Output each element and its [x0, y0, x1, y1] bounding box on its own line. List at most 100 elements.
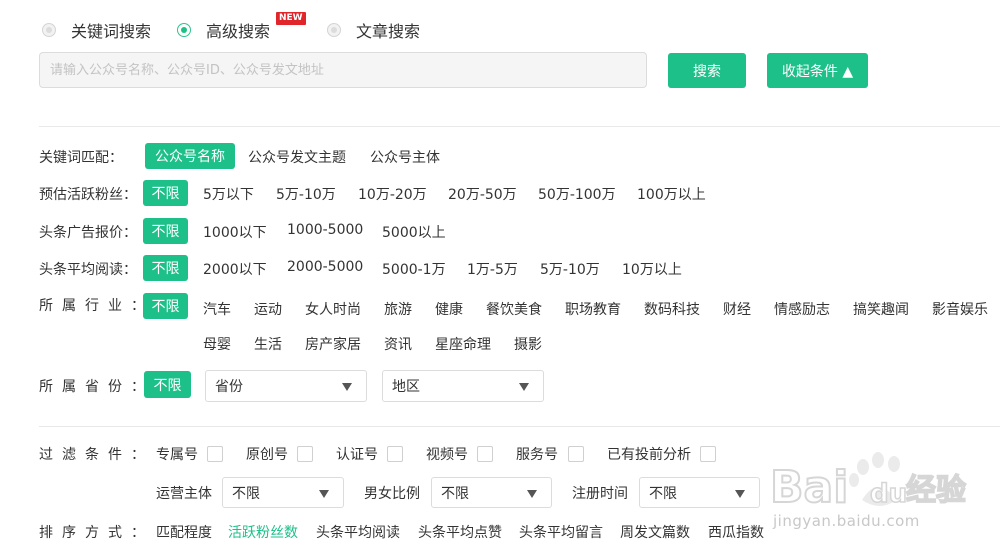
checkbox-label-original: 原创号	[246, 447, 288, 463]
reg-time-select[interactable]: 不限	[639, 477, 760, 508]
avg-read-option[interactable]: 10万以上	[622, 259, 682, 279]
industry-option[interactable]: 搞笑趣闻	[853, 299, 909, 319]
operator-label: 运营主体	[156, 486, 212, 502]
gender-ratio-select[interactable]: 不限	[431, 477, 552, 508]
svg-text:Bai: Bai	[770, 462, 848, 513]
industry-option[interactable]: 母婴	[203, 334, 231, 354]
avg-read-label: 头条平均阅读：	[39, 262, 137, 278]
avg-read-option[interactable]: 2000-5000	[287, 259, 363, 275]
divider	[39, 126, 1000, 127]
province-label: 所属省份：	[39, 379, 154, 395]
ad-price-label: 头条广告报价：	[39, 225, 137, 241]
sort-option[interactable]: 头条平均阅读	[316, 522, 400, 542]
checkbox-verified[interactable]	[387, 446, 403, 462]
industry-option[interactable]: 摄影	[514, 334, 542, 354]
ad-price-option[interactable]: 1000-5000	[287, 222, 363, 238]
reg-time-label: 注册时间	[572, 486, 628, 502]
radio-label: 文章搜索	[356, 22, 421, 41]
sort-option-active[interactable]: 活跃粉丝数	[228, 522, 298, 542]
industry-option[interactable]: 资讯	[384, 334, 412, 354]
sort-option[interactable]: 周发文篇数	[620, 522, 690, 542]
avg-read-unlimited-option[interactable]: 不限	[143, 255, 188, 281]
dropdown-caret-icon	[319, 490, 329, 498]
checkbox-exclusive[interactable]	[207, 446, 223, 462]
fans-option[interactable]: 5万-10万	[276, 184, 336, 204]
industry-label: 所属行业：	[39, 298, 154, 314]
industry-option[interactable]: 生活	[254, 334, 282, 354]
svg-text:du: du	[870, 479, 907, 509]
radio-label: 关键词搜索	[71, 22, 152, 41]
industry-option[interactable]: 汽车	[203, 299, 231, 319]
industry-option[interactable]: 餐饮美食	[486, 299, 542, 319]
sort-option[interactable]: 头条平均点赞	[418, 522, 502, 542]
sort-option[interactable]: 匹配程度	[156, 522, 212, 542]
checkbox-service[interactable]	[568, 446, 584, 462]
fans-option[interactable]: 100万以上	[637, 184, 706, 204]
province-select[interactable]: 省份	[205, 370, 367, 402]
fans-unlimited-option[interactable]: 不限	[143, 180, 188, 206]
reg-time-select-value: 不限	[649, 485, 677, 502]
fans-option[interactable]: 10万-20万	[358, 184, 427, 204]
gender-ratio-label: 男女比例	[364, 486, 420, 502]
region-select[interactable]: 地区	[382, 370, 544, 402]
province-unlimited-option[interactable]: 不限	[144, 371, 191, 398]
checkbox-label-exclusive: 专属号	[156, 447, 198, 463]
new-badge: NEW	[276, 12, 306, 25]
ad-price-option[interactable]: 5000以上	[382, 222, 446, 242]
operator-select[interactable]: 不限	[222, 477, 344, 508]
baidu-jingyan-watermark-logo: Bai du 经验	[770, 452, 967, 514]
checkbox-label-verified: 认证号	[336, 447, 378, 463]
radio-article-search[interactable]: 文章搜索	[327, 18, 420, 42]
radio-label: 高级搜索	[206, 22, 271, 41]
industry-option[interactable]: 运动	[254, 299, 282, 319]
avg-read-option[interactable]: 1万-5万	[467, 259, 518, 279]
industry-option[interactable]: 职场教育	[565, 299, 621, 319]
conditions-label: 过滤条件：	[39, 447, 154, 463]
search-input[interactable]	[39, 52, 647, 88]
watermark-url: jingyan.baidu.com	[773, 512, 920, 530]
ad-price-unlimited-option[interactable]: 不限	[143, 218, 188, 244]
checkbox-pre-analysis[interactable]	[700, 446, 716, 462]
industry-option[interactable]: 情感励志	[774, 299, 830, 319]
sort-option[interactable]: 西瓜指数	[708, 522, 764, 542]
keyword-match-option-entity[interactable]: 公众号主体	[370, 147, 440, 167]
sort-option[interactable]: 头条平均留言	[519, 522, 603, 542]
industry-option[interactable]: 旅游	[384, 299, 412, 319]
keyword-match-option-topic[interactable]: 公众号发文主题	[248, 147, 346, 167]
industry-option[interactable]: 房产家居	[305, 334, 361, 354]
fans-option[interactable]: 50万-100万	[538, 184, 616, 204]
keyword-match-label: 关键词匹配：	[39, 150, 123, 166]
avg-read-option[interactable]: 5000-1万	[382, 259, 446, 279]
radio-checked-icon	[177, 23, 191, 37]
industry-option[interactable]: 影音娱乐	[932, 299, 988, 319]
gender-ratio-select-value: 不限	[441, 485, 469, 502]
checkbox-original[interactable]	[297, 446, 313, 462]
fans-option[interactable]: 20万-50万	[448, 184, 517, 204]
radio-icon	[327, 23, 341, 37]
search-button[interactable]: 搜索	[668, 53, 746, 88]
region-select-value: 地区	[392, 379, 420, 395]
fans-option[interactable]: 5万以下	[203, 184, 254, 204]
industry-option[interactable]: 星座命理	[435, 334, 491, 354]
avg-read-option[interactable]: 2000以下	[203, 259, 267, 279]
dropdown-caret-icon	[342, 383, 352, 391]
industry-unlimited-option[interactable]: 不限	[143, 293, 188, 319]
radio-keyword-search[interactable]: 关键词搜索	[42, 18, 151, 42]
industry-option[interactable]: 数码科技	[644, 299, 700, 319]
industry-option[interactable]: 财经	[723, 299, 751, 319]
industry-option[interactable]: 女人时尚	[305, 299, 361, 319]
province-select-value: 省份	[215, 379, 243, 395]
avg-read-option[interactable]: 5万-10万	[540, 259, 600, 279]
checkbox-label-video: 视频号	[426, 447, 468, 463]
keyword-match-option-name[interactable]: 公众号名称	[145, 143, 235, 169]
checkbox-video[interactable]	[477, 446, 493, 462]
svg-text:经验: 经验	[906, 473, 966, 508]
sort-label: 排序方式：	[39, 525, 154, 541]
checkbox-label-pre-analysis: 已有投前分析	[607, 447, 691, 463]
radio-advanced-search[interactable]: 高级搜索	[177, 18, 270, 42]
collapse-conditions-button[interactable]: 收起条件 ▲	[767, 53, 868, 88]
operator-select-value: 不限	[232, 485, 260, 502]
industry-option[interactable]: 健康	[435, 299, 463, 319]
dropdown-caret-icon	[519, 383, 529, 391]
ad-price-option[interactable]: 1000以下	[203, 222, 267, 242]
